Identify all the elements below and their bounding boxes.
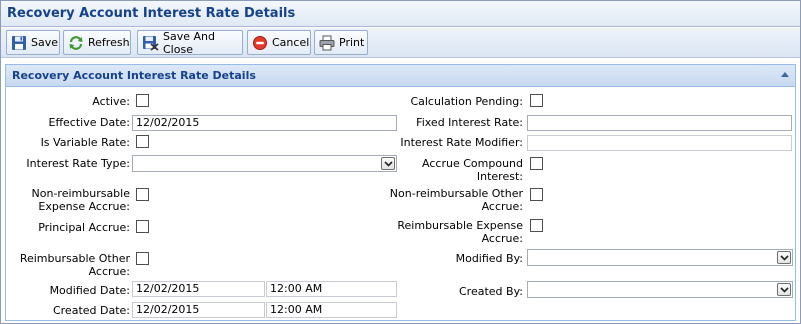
save-and-close-label: Save And Close [163,29,215,56]
title-bar: Recovery Account Interest Rate Details [1,1,800,27]
collapse-arrow-icon[interactable] [781,72,789,77]
window-title: Recovery Account Interest Rate Details [7,6,296,21]
created-by-select[interactable] [527,281,793,298]
modified-date-field[interactable]: 12/02/2015 [132,281,265,297]
calculation-pending-label: Calculation Pending: [410,95,523,108]
accrue-compound-interest-checkbox[interactable] [530,157,543,170]
created-date-label: Created Date: [52,304,130,317]
floppy-disk-icon [11,35,27,51]
toolbar: Save Refresh Save And Close Cancel Print [1,28,800,58]
cancel-label: Cancel [272,36,310,49]
save-and-close-button[interactable]: Save And Close [137,29,243,56]
printer-icon [319,35,335,51]
non-reimbursable-other-accrue-label: Non-reimbursable Other Accrue: [389,187,523,213]
modified-by-label: Modified By: [455,252,523,265]
effective-date-field[interactable]: 12/02/2015 [132,115,397,131]
modified-date-label: Modified Date: [49,284,130,297]
principal-accrue-checkbox[interactable] [136,220,149,233]
panel-title: Recovery Account Interest Rate Details [12,69,256,82]
reimbursable-expense-accrue-label: Reimbursable Expense Accrue: [397,219,523,245]
cancel-icon [252,35,268,51]
non-reimbursable-expense-accrue-label: Non-reimbursable Expense Accrue: [31,187,130,213]
active-checkbox[interactable] [136,94,149,107]
save-button[interactable]: Save [6,30,60,55]
modified-time-field[interactable]: 12:00 AM [266,281,397,297]
refresh-label: Refresh [88,36,130,49]
refresh-button[interactable]: Refresh [63,30,131,55]
refresh-icon [68,35,84,51]
app-window: Recovery Account Interest Rate Details S… [0,0,801,324]
save-and-close-icon [142,35,159,51]
reimbursable-other-accrue-checkbox[interactable] [136,252,149,265]
print-label: Print [339,36,365,49]
chevron-down-icon [777,251,791,264]
cancel-button[interactable]: Cancel [247,30,311,55]
non-reimbursable-other-accrue-checkbox[interactable] [530,188,543,201]
interest-rate-modifier-field[interactable] [527,135,792,151]
fixed-interest-rate-field[interactable] [527,115,792,131]
chevron-down-icon [381,157,395,170]
interest-rate-type-select[interactable] [132,155,397,172]
created-time-field[interactable]: 12:00 AM [266,302,397,318]
fixed-interest-rate-label: Fixed Interest Rate: [416,116,523,129]
reimbursable-expense-accrue-checkbox[interactable] [530,219,543,232]
accrue-compound-interest-label: Accrue Compound Interest: [422,157,523,183]
is-variable-rate-label: Is Variable Rate: [40,136,130,149]
panel-header: Recovery Account Interest Rate Details [6,65,795,87]
effective-date-label: Effective Date: [48,116,131,129]
reimbursable-other-accrue-label: Reimbursable Other Accrue: [19,252,130,278]
interest-rate-type-label: Interest Rate Type: [26,157,130,170]
details-panel: Recovery Account Interest Rate Details A… [5,64,796,321]
created-date-field[interactable]: 12/02/2015 [132,302,265,318]
active-label: Active: [92,95,130,108]
calculation-pending-checkbox[interactable] [530,94,543,107]
is-variable-rate-checkbox[interactable] [136,135,149,148]
interest-rate-modifier-label: Interest Rate Modifier: [400,136,523,149]
non-reimbursable-expense-accrue-checkbox[interactable] [136,188,149,201]
chevron-down-icon [777,283,791,296]
print-button[interactable]: Print [314,30,368,55]
save-label: Save [31,36,59,49]
principal-accrue-label: Principal Accrue: [38,221,130,234]
created-by-label: Created By: [459,285,523,298]
modified-by-select[interactable] [527,249,793,266]
